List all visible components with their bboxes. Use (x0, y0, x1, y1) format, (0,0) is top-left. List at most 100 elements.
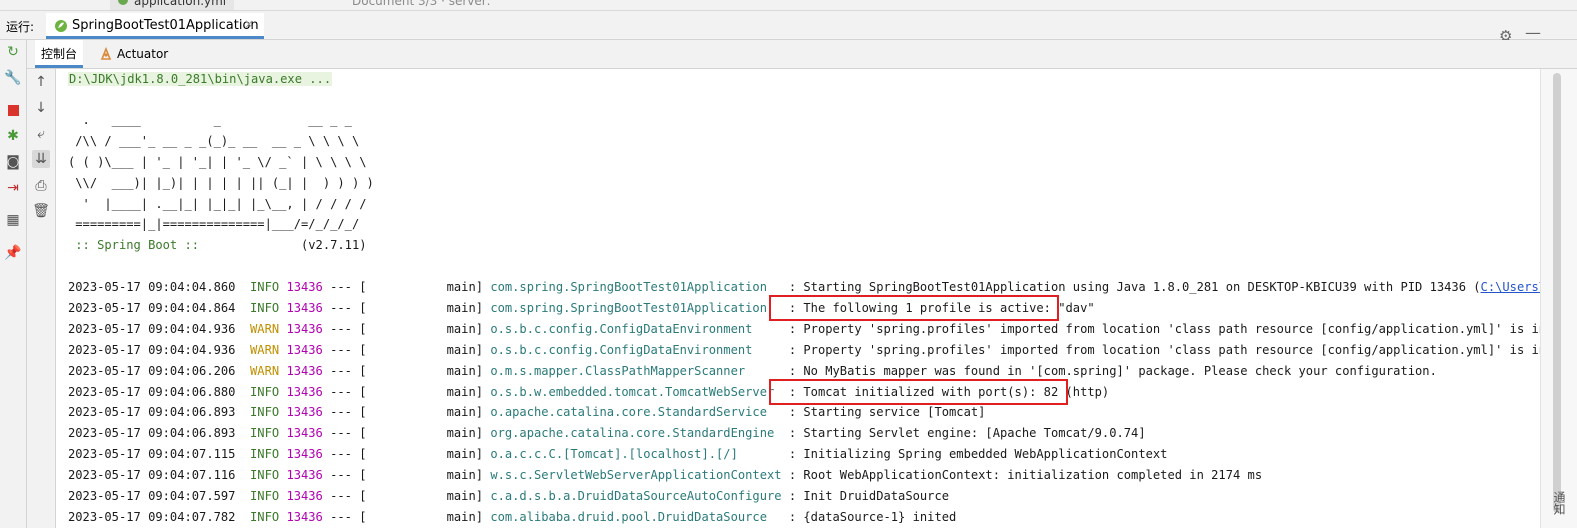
log-line: 2023-05-17 09:04:04.936 WARN 13436 --- [… (68, 340, 1540, 360)
log-line: 2023-05-17 09:04:06.893 INFO 13436 --- [… (68, 423, 1146, 443)
log-pid: 13436 (286, 405, 323, 420)
arrow-up-icon[interactable]: ↑ (32, 73, 50, 91)
log-thread: --- [ main] (330, 447, 484, 462)
run-tool-window-header: 运行: SpringBootTest01Application × ⚙ — (0, 11, 1577, 45)
console-output[interactable]: D:\JDK\jdk1.8.0_281\bin\java.exe ... . _… (56, 69, 1540, 528)
layout-icon[interactable]: ▦ (5, 212, 21, 228)
log-logger: o.s.b.w.embedded.tomcat.TomcatWebServer (490, 384, 782, 399)
banner-line: ' |____| .__|_| |_|_| |_\__, | / / / / (68, 197, 367, 211)
log-thread: --- [ main] (330, 468, 484, 483)
log-logger: org.apache.catalina.core.StandardEngine (490, 426, 782, 441)
log-timestamp: 2023-05-17 09:04:07.115 (68, 447, 236, 462)
log-line: 2023-05-17 09:04:07.115 INFO 13436 --- [… (68, 444, 1167, 464)
log-pid: 13436 (286, 489, 323, 503)
editor-tab-application-yml[interactable]: application.yml (110, 0, 235, 10)
log-line: 2023-05-17 09:04:07.116 INFO 13436 --- [… (68, 465, 1262, 485)
debug-bug-icon[interactable]: ✱ (5, 128, 21, 144)
log-timestamp: 2023-05-17 09:04:06.893 (68, 405, 236, 420)
print-icon[interactable]: ⎙ (32, 177, 50, 195)
log-logger: com.alibaba.druid.pool.DruidDataSource (490, 509, 782, 524)
log-message: : Starting Servlet engine: [Apache Tomca… (788, 426, 1146, 441)
banner-line: /\\ / ___'_ __ _ _(_)_ __ __ _ \ \ \ \ (68, 134, 360, 148)
banner-line: . ____ _ __ _ _ (68, 113, 352, 127)
log-thread: --- [ main] (330, 342, 484, 357)
log-level: INFO (250, 509, 280, 524)
banner-line: ( ( )\___ | '_ | '_| | '_ \/ _` | \ \ \ … (68, 155, 367, 169)
log-thread: --- [ main] (330, 489, 484, 503)
arrow-down-icon[interactable]: ↓ (32, 99, 50, 117)
log-pid: 13436 (286, 342, 323, 357)
log-level: INFO (250, 280, 280, 294)
log-pid: 13436 (286, 509, 323, 524)
log-pid: 13436 (286, 300, 323, 315)
notifications-label[interactable]: 通知 (1551, 491, 1568, 515)
run-tab-label: SpringBootTest01Application (72, 18, 259, 33)
log-message: : Starting SpringBootTest01Application u… (788, 280, 1481, 294)
log-pid: 13436 (286, 384, 323, 399)
run-actions-column: ↻ 🔧 ✱ ◙ ⇥ ▦ 📌 (0, 40, 27, 528)
log-pid: 13436 (286, 447, 323, 462)
log-message: : Root WebApplicationContext: initializa… (788, 468, 1263, 483)
editor-breadcrumb: Document 3/3 · server: (352, 0, 491, 8)
log-message: : Starting service [Tomcat] (788, 405, 986, 420)
highlight-box-profile (769, 295, 1059, 321)
log-timestamp: 2023-05-17 09:04:04.864 (68, 300, 236, 315)
log-pid: 13436 (286, 280, 323, 294)
log-timestamp: 2023-05-17 09:04:06.893 (68, 426, 236, 441)
log-thread: --- [ main] (330, 509, 484, 524)
log-logger: o.s.b.c.config.ConfigDataEnvironment (490, 342, 782, 357)
vertical-scrollbar[interactable] (1553, 73, 1561, 513)
log-logger: com.spring.SpringBootTest01Application (490, 280, 782, 294)
banner-line: =========|_|==============|___/=/_/_/_/ (68, 217, 360, 231)
wrench-icon[interactable]: 🔧 (4, 70, 21, 86)
rerun-icon[interactable]: ↻ (5, 44, 21, 60)
log-thread: --- [ main] (330, 405, 484, 420)
exit-icon[interactable]: ⇥ (5, 180, 21, 196)
run-tab-springboottest01application[interactable]: SpringBootTest01Application × (46, 13, 264, 39)
log-pid: 13436 (286, 468, 323, 483)
log-thread: --- [ main] (330, 426, 484, 441)
log-logger: o.apache.catalina.core.StandardService (490, 405, 782, 420)
spring-boot-version-line: :: Spring Boot :: (v2.7.11) (68, 235, 367, 255)
log-level: INFO (250, 468, 280, 483)
log-path-link[interactable]: C:\Users\33680\Desk (1481, 280, 1540, 294)
log-thread: --- [ main] (330, 363, 484, 378)
log-line: 2023-05-17 09:04:04.936 WARN 13436 --- [… (68, 319, 1540, 339)
log-level: INFO (250, 300, 280, 315)
log-level: INFO (250, 384, 280, 399)
log-timestamp: 2023-05-17 09:04:06.206 (68, 363, 236, 378)
log-message: : Init DruidDataSource (788, 489, 950, 503)
console-scrollbar-area: 通知 (1540, 69, 1577, 528)
tab-actuator[interactable]: Actuator (97, 40, 197, 68)
yml-file-icon (118, 0, 128, 5)
scroll-to-end-icon[interactable]: ⇊ (32, 150, 50, 168)
log-message: : No MyBatis mapper was found in '[com.s… (788, 363, 1437, 378)
log-level: WARN (250, 342, 280, 357)
log-message: : Property 'spring.profiles' imported fr… (788, 342, 1540, 357)
tab-console[interactable]: 控制台 (35, 40, 83, 68)
log-logger: o.m.s.mapper.ClassPathMapperScanner (490, 363, 782, 378)
log-level: WARN (250, 363, 280, 378)
log-timestamp: 2023-05-17 09:04:06.880 (68, 384, 236, 399)
log-level: INFO (250, 489, 280, 503)
log-level: INFO (250, 405, 280, 420)
spring-boot-icon (55, 20, 67, 32)
banner-line: \\/ ___)| |_)| | | | | || (_| | ) ) ) ) (68, 176, 374, 190)
spring-boot-version: (v2.7.11) (301, 238, 367, 252)
log-line: 2023-05-17 09:04:06.893 INFO 13436 --- [… (68, 402, 985, 422)
command-line: D:\JDK\jdk1.8.0_281\bin\java.exe ... (68, 72, 333, 86)
camera-icon[interactable]: ◙ (5, 154, 21, 170)
close-icon[interactable]: × (244, 17, 254, 31)
soft-wrap-icon[interactable]: ⤶ (32, 125, 50, 143)
log-thread: --- [ main] (330, 384, 484, 399)
editor-tab-strip: application.yml Document 3/3 · server: (0, 0, 1577, 11)
tab-actuator-label: Actuator (117, 47, 169, 61)
log-logger: c.a.d.s.b.a.DruidDataSourceAutoConfigure (490, 489, 782, 503)
log-level: WARN (250, 321, 280, 336)
console-toolbar: ↑ ↓ ⤶ ⇊ ⎙ 🗑 (27, 69, 56, 528)
trash-icon[interactable]: 🗑 (32, 202, 50, 220)
log-message: : {dataSource-1} inited (788, 509, 957, 524)
pin-icon[interactable]: 📌 (4, 245, 21, 261)
stop-icon[interactable] (5, 102, 21, 118)
log-timestamp: 2023-05-17 09:04:04.860 (68, 280, 236, 294)
